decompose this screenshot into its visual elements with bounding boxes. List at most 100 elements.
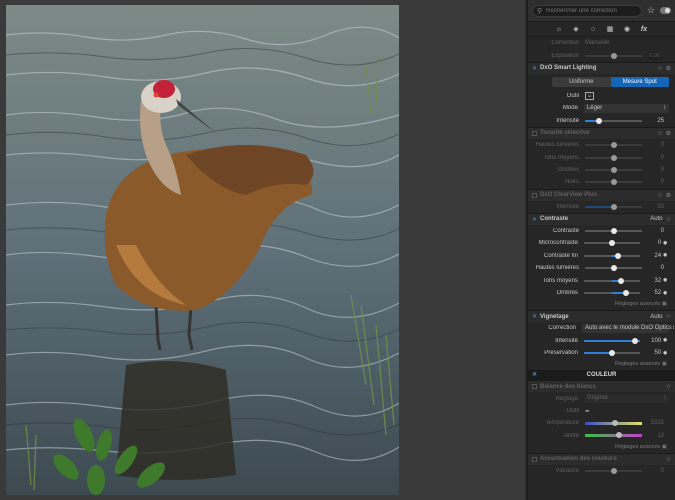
sl-intensite-slider[interactable]: [585, 117, 642, 124]
temperature-slider[interactable]: [585, 419, 642, 426]
auto-wand-icon[interactable]: ✹: [661, 252, 669, 259]
tonalite-item-slider[interactable]: [585, 166, 642, 173]
collapse-icon[interactable]: ✕: [532, 370, 537, 380]
panel-toggle[interactable]: [660, 7, 671, 14]
tonalite-item-thumb[interactable]: [610, 179, 617, 186]
contraste-item-value[interactable]: 0: [646, 240, 661, 246]
star-icon[interactable]: ☆: [647, 5, 655, 16]
vibrance-value[interactable]: 0: [648, 468, 664, 474]
vignetage-header[interactable]: ✕ Vignetage Auto ☆: [528, 310, 675, 323]
tonalite-item-thumb[interactable]: [610, 154, 617, 161]
tonalite-item-value[interactable]: 0: [648, 167, 664, 173]
uniforme-button[interactable]: Uniforme: [552, 77, 611, 87]
balance-advanced[interactable]: Réglages avancés ▣: [528, 442, 675, 453]
vignetage-preservation-thumb[interactable]: [608, 350, 615, 357]
vignetage-intensite-thumb[interactable]: [632, 337, 639, 344]
temperature-value[interactable]: 5315: [648, 420, 664, 426]
balance-reglage-select[interactable]: Original ↕: [583, 394, 669, 404]
contraste-advanced[interactable]: Réglages avancés ▣: [528, 299, 675, 310]
balance-header[interactable]: Balance des blancs ☆: [528, 380, 675, 393]
exposition-thumb[interactable]: [610, 52, 617, 59]
contraste-item-thumb[interactable]: [608, 240, 615, 247]
tonalite-checkbox[interactable]: [532, 130, 537, 136]
contraste-item-value[interactable]: 52: [646, 290, 662, 296]
contraste-item-thumb[interactable]: [610, 228, 617, 235]
contraste-item-thumb[interactable]: [617, 277, 624, 284]
contraste-item-slider[interactable]: [583, 277, 640, 284]
auto-wand-icon[interactable]: ✹: [661, 240, 669, 247]
contraste-item-slider[interactable]: [583, 290, 640, 297]
eyedropper-icon[interactable]: ✒: [585, 408, 590, 415]
contraste-item-thumb[interactable]: [623, 290, 630, 297]
balance-checkbox[interactable]: [532, 384, 537, 390]
photo-sandhill-crane[interactable]: [6, 5, 399, 495]
auto-wand-icon[interactable]: ✹: [661, 350, 669, 357]
face-tool-icon[interactable]: ☺: [585, 91, 595, 100]
vignetage-correction-select[interactable]: Auto avec le module DxO Optics ↕: [582, 323, 675, 333]
smart-lighting-header[interactable]: ✕ DxO Smart Lighting ☆ ⚙: [528, 61, 675, 74]
collapse-icon[interactable]: ✕: [532, 216, 537, 223]
vignetage-advanced[interactable]: Réglages avancés ▣: [528, 359, 675, 370]
contraste-item-slider[interactable]: [585, 265, 642, 272]
star-icon[interactable]: ☆: [666, 313, 671, 320]
star-icon[interactable]: ☆: [666, 456, 671, 463]
palette-icon[interactable]: ◈: [571, 24, 581, 34]
tonalite-item-value[interactable]: 0: [648, 155, 664, 161]
exposition-value[interactable]: 0,00: [648, 51, 661, 60]
star-icon[interactable]: ☆: [657, 65, 662, 72]
star-icon[interactable]: ☆: [666, 216, 671, 223]
vibrance-thumb[interactable]: [610, 468, 617, 475]
tonalite-item-value[interactable]: 0: [648, 142, 664, 148]
teinte-value[interactable]: 12: [648, 433, 664, 439]
layers-icon[interactable]: ▦: [605, 24, 615, 34]
mode-select[interactable]: Léger ↕: [583, 103, 669, 113]
accentuation-header[interactable]: Accentuation des couleurs ☆: [528, 452, 675, 465]
contraste-item-value[interactable]: 32: [646, 278, 662, 284]
vignetage-preservation-value[interactable]: 50: [646, 350, 662, 356]
auto-wand-icon[interactable]: ✹: [661, 337, 669, 344]
tonalite-item-thumb[interactable]: [610, 142, 617, 149]
teinte-slider[interactable]: [585, 432, 642, 439]
search-input[interactable]: [546, 7, 637, 14]
contraste-auto-button[interactable]: Auto: [650, 216, 662, 222]
vibrance-slider[interactable]: [585, 468, 642, 475]
teinte-thumb[interactable]: [616, 432, 623, 439]
aperture-icon[interactable]: ○: [588, 24, 598, 34]
couleur-section-header[interactable]: ✕ COULEUR: [528, 370, 675, 381]
tonalite-item-slider[interactable]: [585, 179, 642, 186]
clearview-value[interactable]: 50: [648, 204, 664, 210]
clearview-slider[interactable]: [585, 203, 642, 210]
search-box[interactable]: ⚲: [532, 4, 642, 17]
sl-intensite-thumb[interactable]: [596, 117, 603, 124]
sun-icon[interactable]: ☼: [554, 24, 564, 34]
contraste-item-value[interactable]: 0: [648, 265, 664, 271]
tonalite-header[interactable]: Tonalité sélective ☆ ⚙: [528, 126, 675, 139]
star-icon[interactable]: ☆: [666, 383, 671, 390]
vignetage-preservation-slider[interactable]: [583, 350, 640, 357]
vignetage-intensite-value[interactable]: 100: [646, 338, 661, 344]
settings-icon[interactable]: ⚙: [666, 65, 671, 72]
exposition-slider[interactable]: [585, 52, 642, 59]
tonalite-item-slider[interactable]: [585, 142, 642, 149]
accentuation-checkbox[interactable]: [532, 456, 537, 462]
tonalite-item-value[interactable]: 0: [648, 179, 664, 185]
temperature-thumb[interactable]: [612, 419, 619, 426]
contraste-item-thumb[interactable]: [610, 265, 617, 272]
auto-wand-icon[interactable]: ✹: [661, 277, 669, 284]
fx-icon[interactable]: fx: [639, 24, 649, 34]
vignetage-auto-button[interactable]: Auto: [650, 314, 662, 320]
correction-value[interactable]: Manuelle: [585, 40, 609, 46]
contraste-header[interactable]: ✕ Contraste Auto ☆: [528, 212, 675, 225]
auto-wand-icon[interactable]: ✹: [661, 290, 669, 297]
tonalite-item-thumb[interactable]: [610, 166, 617, 173]
sl-intensite-value[interactable]: 25: [648, 118, 664, 124]
contraste-item-slider[interactable]: [583, 252, 640, 259]
globe-icon[interactable]: ◉: [622, 24, 632, 34]
contraste-item-thumb[interactable]: [615, 252, 622, 259]
contraste-item-slider[interactable]: [583, 240, 640, 247]
star-icon[interactable]: ☆: [657, 192, 662, 199]
tonalite-item-slider[interactable]: [585, 154, 642, 161]
mesure-spot-button[interactable]: Mesure Spot: [610, 76, 669, 87]
collapse-icon[interactable]: ✕: [532, 65, 537, 72]
star-icon[interactable]: ☆: [657, 130, 662, 137]
